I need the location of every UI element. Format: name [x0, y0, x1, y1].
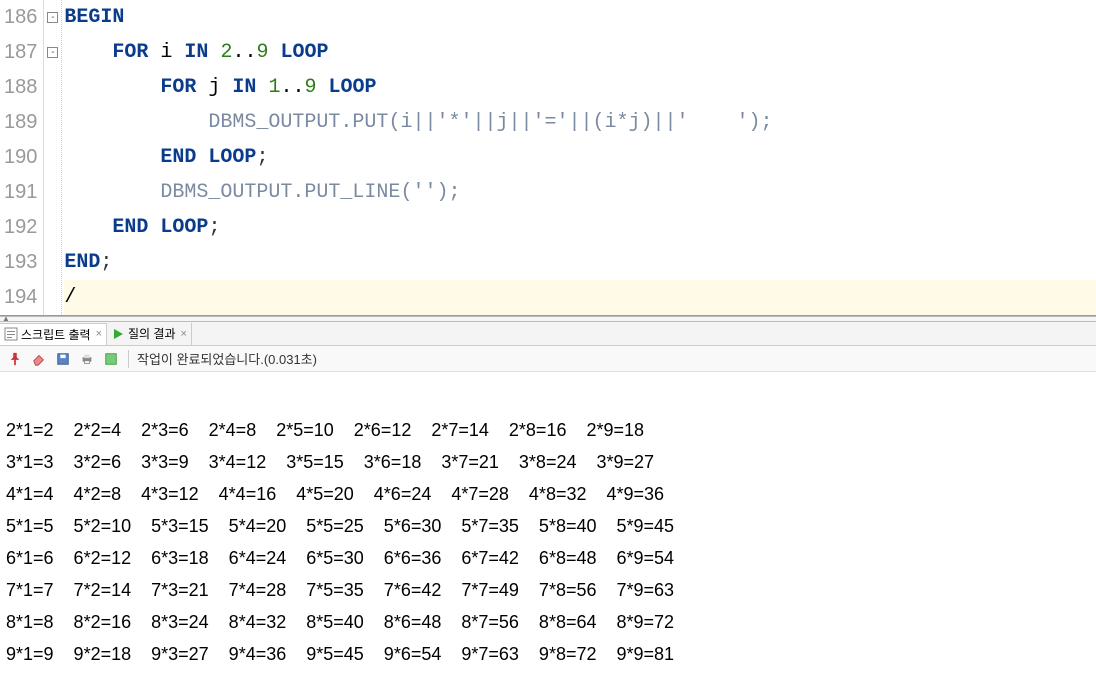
toolbar-separator — [128, 350, 129, 368]
code-line[interactable]: FOR j IN 1..9 LOOP — [64, 70, 1096, 105]
code-line[interactable]: END; — [64, 245, 1096, 280]
line-number: 188 — [4, 70, 37, 105]
query-result-icon — [111, 327, 125, 341]
tab-query-result[interactable]: 질의 결과× — [107, 323, 192, 345]
code-line[interactable]: DBMS_OUTPUT.PUT(i||'*'||j||'='||(i*j)||'… — [64, 105, 1096, 140]
script-output-icon — [4, 327, 18, 341]
code-line[interactable]: END LOOP; — [64, 210, 1096, 245]
line-number: 190 — [4, 140, 37, 175]
line-number-gutter: 186187188189190191192193194 — [0, 0, 44, 315]
line-number: 193 — [4, 245, 37, 280]
code-line[interactable]: BEGIN — [64, 0, 1096, 35]
status-message: 작업이 완료되었습니다.(0.031초) — [137, 349, 317, 368]
code-editor[interactable]: 186187188189190191192193194 -- BEGIN FOR… — [0, 0, 1096, 316]
line-number: 192 — [4, 210, 37, 245]
code-line[interactable]: / — [64, 280, 1096, 315]
line-number: 194 — [4, 280, 37, 315]
line-number: 187 — [4, 35, 37, 70]
save-icon[interactable] — [54, 350, 72, 368]
print-icon[interactable] — [78, 350, 96, 368]
fold-toggle-icon[interactable]: - — [47, 12, 58, 23]
tab-script-output[interactable]: 스크립트 출력× — [0, 323, 107, 345]
output-toolbar: 작업이 완료되었습니다.(0.031초) — [0, 346, 1096, 372]
sql-icon[interactable] — [102, 350, 120, 368]
close-icon[interactable]: × — [179, 328, 187, 340]
line-number: 189 — [4, 105, 37, 140]
tab-label: 질의 결과 — [128, 325, 176, 342]
line-number: 191 — [4, 175, 37, 210]
tab-label: 스크립트 출력 — [21, 326, 91, 343]
pane-splitter[interactable] — [0, 316, 1096, 322]
code-area[interactable]: BEGIN FOR i IN 2..9 LOOP FOR j IN 1..9 L… — [62, 0, 1096, 315]
pin-icon[interactable] — [6, 350, 24, 368]
eraser-icon[interactable] — [30, 350, 48, 368]
close-icon[interactable]: × — [94, 328, 102, 340]
fold-gutter[interactable]: -- — [44, 0, 62, 315]
code-line[interactable]: END LOOP; — [64, 140, 1096, 175]
line-number: 186 — [4, 0, 37, 35]
code-line[interactable]: DBMS_OUTPUT.PUT_LINE(''); — [64, 175, 1096, 210]
script-output: 2*1=2 2*2=4 2*3=6 2*4=8 2*5=10 2*6=12 2*… — [0, 372, 1096, 680]
code-line[interactable]: FOR i IN 2..9 LOOP — [64, 35, 1096, 70]
fold-toggle-icon[interactable]: - — [47, 47, 58, 58]
output-tabs: 스크립트 출력×질의 결과× — [0, 322, 1096, 346]
